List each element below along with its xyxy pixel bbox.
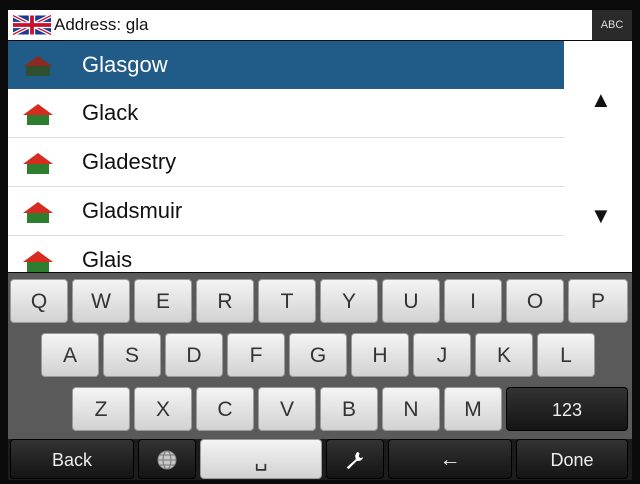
key-c[interactable]: C (196, 387, 254, 431)
scroll-down-icon[interactable]: ▼ (590, 205, 612, 227)
address-bar[interactable]: Address: gla ABC (8, 10, 632, 40)
list-item[interactable]: Glais (8, 236, 564, 272)
key-f[interactable]: F (227, 333, 285, 377)
results-list[interactable]: Glasgow Glack Gladestry Gladsmuir Glais (8, 41, 632, 272)
settings-button[interactable] (326, 439, 384, 479)
list-item[interactable]: Gladestry (8, 138, 564, 187)
key-t[interactable]: T (258, 279, 316, 323)
on-screen-keyboard: Q W E R T Y U I O P A S D F G H J K L Z … (8, 273, 632, 480)
key-u[interactable]: U (382, 279, 440, 323)
back-button[interactable]: Back (10, 439, 134, 479)
key-h[interactable]: H (351, 333, 409, 377)
key-j[interactable]: J (413, 333, 471, 377)
key-w[interactable]: W (72, 279, 130, 323)
key-z[interactable]: Z (72, 387, 130, 431)
numbers-key[interactable]: 123 (506, 387, 628, 431)
key-i[interactable]: I (444, 279, 502, 323)
language-button[interactable] (138, 439, 196, 479)
done-button[interactable]: Done (516, 439, 628, 479)
key-x[interactable]: X (134, 387, 192, 431)
key-n[interactable]: N (382, 387, 440, 431)
wrench-icon (346, 451, 364, 470)
app-frame: Address: gla ABC Glasgow Glack Gladestry (0, 0, 640, 484)
key-q[interactable]: Q (10, 279, 68, 323)
key-b[interactable]: B (320, 387, 378, 431)
key-a[interactable]: A (41, 333, 99, 377)
house-icon (24, 56, 52, 76)
key-s[interactable]: S (103, 333, 161, 377)
house-icon (23, 153, 53, 174)
key-p[interactable]: P (568, 279, 628, 323)
backspace-icon: ← (439, 448, 461, 471)
house-icon (23, 202, 53, 223)
key-v[interactable]: V (258, 387, 316, 431)
space-key[interactable]: ␣ (200, 439, 322, 479)
list-item[interactable]: Glack (8, 89, 564, 138)
house-icon (23, 251, 53, 272)
globe-icon (157, 450, 177, 470)
address-input-text[interactable]: Address: gla (54, 14, 149, 36)
list-item[interactable]: Gladsmuir (8, 187, 564, 236)
scroll-up-icon[interactable]: ▲ (590, 89, 612, 111)
house-icon (23, 104, 53, 125)
key-y[interactable]: Y (320, 279, 378, 323)
key-l[interactable]: L (537, 333, 595, 377)
backspace-button[interactable]: ← (388, 439, 512, 479)
list-item-label: Glais (82, 247, 133, 272)
key-k[interactable]: K (475, 333, 533, 377)
list-item-label: Glasgow (82, 52, 168, 77)
list-item[interactable]: Glasgow (8, 41, 564, 89)
uk-flag-icon (13, 15, 51, 35)
key-m[interactable]: M (444, 387, 502, 431)
key-o[interactable]: O (506, 279, 564, 323)
keyboard-mode-button[interactable]: ABC (592, 10, 632, 40)
key-r[interactable]: R (196, 279, 254, 323)
key-g[interactable]: G (289, 333, 347, 377)
key-e[interactable]: E (134, 279, 192, 323)
list-item-label: Glack (82, 100, 139, 125)
list-item-label: Gladestry (82, 149, 177, 174)
key-d[interactable]: D (165, 333, 223, 377)
list-item-label: Gladsmuir (82, 198, 183, 223)
keyboard-bottom-bar: Back ␣ ← Done (8, 439, 632, 480)
